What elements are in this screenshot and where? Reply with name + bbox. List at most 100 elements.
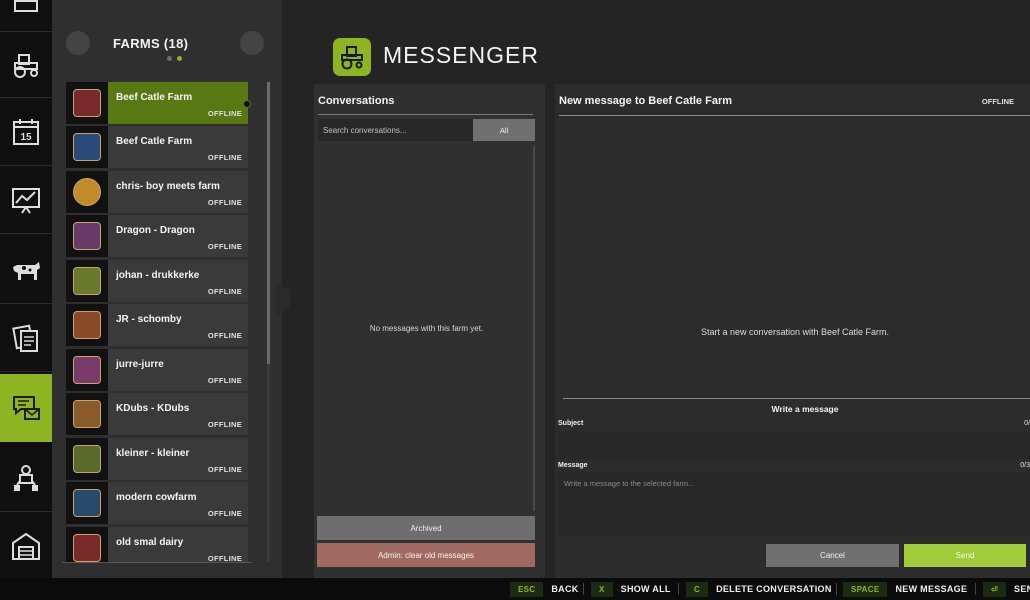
subject-char-count: 0/: [1024, 420, 1030, 427]
message-char-count: 0/3: [1020, 462, 1030, 469]
divider: [62, 562, 252, 563]
farm-logo: [66, 304, 108, 346]
farm-card[interactable]: KDubs - KDubs OFFLINE: [66, 393, 248, 435]
calendar-icon: 15: [13, 118, 39, 145]
farm-logo: [66, 393, 108, 435]
rail-item-messenger[interactable]: [0, 374, 52, 442]
farm-name: modern cowfarm: [116, 492, 197, 503]
farm-name: johan - drukkerke: [116, 270, 200, 281]
hint-new-message[interactable]: SPACE NEW MESSAGE: [843, 578, 967, 600]
farms-title: FARMS (18): [113, 36, 189, 51]
divider: [318, 114, 533, 115]
hint-label: DELETE CONVERSATION: [716, 584, 832, 594]
farm-list: Beef Catle Farm OFFLINE Beef Catle Farm …: [52, 82, 282, 562]
hint-label: BACK: [551, 584, 579, 594]
farm-card[interactable]: Dragon - Dragon OFFLINE: [66, 215, 248, 257]
hint-delete-conversation[interactable]: C DELETE CONVERSATION: [686, 578, 832, 600]
messenger-icon: [13, 396, 40, 420]
farm-card[interactable]: Beef Catle Farm OFFLINE: [66, 126, 248, 168]
farm-header: FARMS (18): [52, 28, 282, 68]
conversations-title: Conversations: [318, 95, 395, 107]
farm-status: OFFLINE: [207, 554, 242, 562]
conversations-panel: Conversations All No messages with this …: [314, 84, 545, 578]
chart-icon: [12, 187, 40, 214]
empty-state-text: No messages with this farm yet.: [369, 324, 484, 333]
farm-logo: [66, 126, 108, 168]
farm-name: chris- boy meets farm: [116, 181, 220, 192]
farm-name: old smal dairy: [116, 537, 184, 548]
farm-card[interactable]: kleiner - kleiner OFFLINE: [66, 438, 248, 480]
nav-rail: 15: [0, 0, 52, 580]
farm-card[interactable]: chris- boy meets farm OFFLINE: [66, 171, 248, 213]
rail-item-animals[interactable]: [0, 236, 52, 304]
subject-label: Subject: [558, 420, 584, 427]
farm-logo: [66, 438, 108, 480]
farm-status: OFFLINE: [207, 198, 242, 207]
admin-clear-button[interactable]: Admin: clear old messages: [317, 543, 535, 567]
collapse-panel-button[interactable]: [276, 282, 290, 316]
rail-item-calendar[interactable]: 15: [0, 98, 52, 166]
page-dot: [167, 56, 172, 61]
rail-item-top[interactable]: [0, 0, 52, 32]
farm-status: OFFLINE: [207, 242, 242, 251]
hint-send[interactable]: ⏎ SEN: [983, 578, 1030, 600]
farm-logo: [66, 215, 108, 257]
rail-item-vehicles[interactable]: [0, 30, 52, 98]
subject-input[interactable]: [558, 431, 1030, 459]
divider: [583, 583, 584, 595]
prev-page-button[interactable]: [66, 31, 90, 55]
rail-item-contracts[interactable]: [0, 304, 52, 372]
key-esc: ESC: [510, 581, 544, 597]
farm-card[interactable]: johan - drukkerke OFFLINE: [66, 260, 248, 302]
farm-status: OFFLINE: [207, 509, 242, 518]
cancel-button[interactable]: Cancel: [766, 544, 899, 567]
rail-item-statistics[interactable]: [0, 166, 52, 234]
key-x: X: [591, 581, 613, 597]
farm-card[interactable]: JR - schomby OFFLINE: [66, 304, 248, 346]
farm-logo: [66, 260, 108, 302]
farm-logo: [66, 349, 108, 391]
tractor-icon: [341, 46, 363, 70]
archived-button[interactable]: Archived: [317, 516, 535, 540]
divider: [563, 398, 1030, 399]
hint-show-all[interactable]: X SHOW ALL: [591, 578, 671, 600]
key-c: C: [686, 581, 709, 597]
farm-status: OFFLINE: [207, 331, 242, 340]
tractor-icon: [14, 53, 38, 78]
farm-name: Dragon - Dragon: [116, 225, 195, 236]
farm-card[interactable]: old smal dairy OFFLINE: [66, 527, 248, 562]
key-space: SPACE: [843, 581, 888, 597]
farm-logo: [66, 482, 108, 524]
send-button[interactable]: Send: [904, 544, 1026, 567]
selected-indicator: [243, 100, 251, 108]
farm-status: OFFLINE: [207, 420, 242, 429]
farm-name: Beef Catle Farm: [116, 136, 193, 147]
status-badge: OFFLINE: [981, 97, 1014, 106]
hint-label: SEN: [1014, 584, 1030, 594]
new-message-panel: New message to Beef Catle Farm OFFLINE S…: [555, 84, 1030, 578]
farm-card[interactable]: Beef Catle Farm OFFLINE: [66, 82, 251, 124]
farm-name: kleiner - kleiner: [116, 448, 190, 459]
farm-name: KDubs - KDubs: [116, 403, 190, 414]
message-input[interactable]: [558, 473, 1030, 537]
farm-name: Beef Catle Farm: [116, 92, 193, 103]
farm-card[interactable]: modern cowfarm OFFLINE: [66, 482, 248, 524]
hint-label: NEW MESSAGE: [895, 584, 968, 594]
page-dot-active: [177, 56, 182, 61]
garage-icon: [12, 532, 40, 560]
divider: [836, 583, 837, 595]
calendar-day: 15: [20, 132, 32, 143]
next-page-button[interactable]: [240, 31, 264, 55]
farm-status: OFFLINE: [207, 465, 242, 474]
farm-card[interactable]: jurre-jurre OFFLINE: [66, 349, 248, 391]
search-conversations-input[interactable]: [318, 119, 473, 141]
filter-all-button[interactable]: All: [473, 119, 535, 141]
farm-logo: [66, 82, 108, 124]
hint-back[interactable]: ESC BACK: [510, 578, 579, 600]
farm-name: jurre-jurre: [116, 359, 164, 370]
farm-status: OFFLINE: [207, 287, 242, 296]
rail-item-production[interactable]: [0, 444, 52, 512]
rail-item-garage[interactable]: [0, 512, 52, 580]
farm-status: OFFLINE: [207, 109, 242, 118]
contracts-icon: [12, 324, 38, 352]
